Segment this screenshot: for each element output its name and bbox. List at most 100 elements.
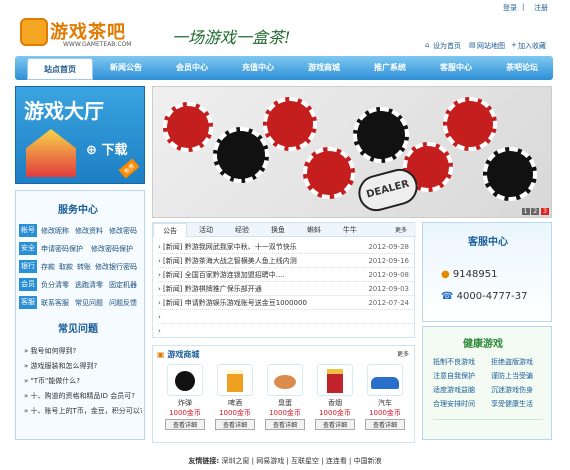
view-detail-button[interactable]: 查看详细 (365, 419, 405, 430)
health-line: 抵制不良游戏 (433, 358, 475, 366)
main-nav: 站点首页 新闻公告 会员中心 充值中心 游戏商城 推广系统 客服中心 茶吧论坛 (15, 56, 553, 80)
health-line: 适度游戏益脑 (433, 386, 475, 394)
footer-links: 友情链接: 深圳之窗 | 网易游戏 | 互联星空 | 连连看 | 中国新浪 (188, 457, 382, 465)
faq-item[interactable]: » 十、购道的资格和精品ID 会员可? (24, 391, 142, 401)
tent-icon (26, 129, 76, 177)
shop-panel: ▣ 游戏商城 更多 炸弹 1000金币 查看详细 啤酒 1000金币 查看详细 … (152, 345, 415, 443)
link-edit-nickname[interactable]: 修改昵称 (41, 226, 69, 236)
tab-activity[interactable]: 活动 (189, 223, 223, 237)
shop-item-beer[interactable]: 啤酒 1000金币 查看详细 (215, 364, 255, 442)
nav-shop[interactable]: 游戏商城 (291, 56, 357, 80)
nav-home[interactable]: 站点首页 (27, 58, 93, 80)
poker-chip-icon (303, 147, 355, 199)
car-icon (367, 364, 403, 396)
cigarette-icon (317, 364, 353, 396)
poker-chip-icon (163, 102, 213, 152)
pager-3[interactable]: 3 (541, 208, 549, 215)
footer-link[interactable]: 中国新浪 (354, 457, 382, 465)
map-icon: ▤ (469, 41, 476, 49)
register-link[interactable]: 注册 (534, 3, 548, 13)
nav-service[interactable]: 客服中心 (423, 56, 489, 80)
qq-row[interactable]: ● 9148951 (441, 269, 497, 280)
shop-title: ▣ 游戏商城 (157, 350, 200, 359)
news-item[interactable]: › [新闻] 黔游我网武我家中秋、十一双节快乐 2012-09-28 (158, 241, 413, 254)
shop-more-link[interactable]: 更多 (397, 349, 409, 358)
banner-image[interactable]: DEALER 1 2 3 (152, 86, 552, 218)
tag-security: 安全 (19, 242, 37, 255)
game-lobby-download[interactable]: 游戏大厅 ⊕ 下载 免费 (15, 86, 145, 184)
poker-chip-icon (353, 107, 409, 163)
favorite-link[interactable]: 加入收藏 (518, 41, 546, 51)
link-deposit[interactable]: 存款 (41, 262, 55, 272)
banner-pager[interactable]: 1 2 3 (521, 208, 549, 215)
tab-announcement[interactable]: 公告 (153, 223, 187, 237)
pager-1[interactable]: 1 (521, 208, 530, 215)
health-line: 拒绝盗版游戏 (491, 358, 533, 366)
footer-link[interactable]: 互联星空 (291, 457, 319, 465)
pager-2[interactable]: 2 (531, 208, 540, 215)
link-edit-profile[interactable]: 修改资料 (75, 226, 103, 236)
tab-experience[interactable]: 经验 (225, 223, 259, 237)
view-detail-button[interactable]: 查看详细 (315, 419, 355, 430)
view-detail-button[interactable]: 查看详细 (265, 419, 305, 430)
link-bank-password[interactable]: 修改银行密码 (95, 262, 137, 272)
tab-fish[interactable]: 换鱼 (261, 223, 295, 237)
link-faq[interactable]: 常见问题 (75, 298, 103, 308)
footer-link[interactable]: 网易游戏 (256, 457, 284, 465)
link-contact[interactable]: 联系客服 (41, 298, 69, 308)
site-map-link[interactable]: 网站地图 (477, 41, 505, 51)
link-apply-protection[interactable]: 申请密码保护 (41, 244, 83, 254)
footer-link[interactable]: 连连看 (326, 457, 347, 465)
logo-url: WWW.GAMETEAB.COM (63, 41, 132, 48)
login-link[interactable]: 登录 (503, 3, 517, 13)
link-transfer[interactable]: 转账 (77, 262, 91, 272)
link-feedback[interactable]: 问题反馈 (109, 298, 137, 308)
faq-item[interactable]: » 我号如何得到? (24, 346, 76, 356)
shop-item-cigarette[interactable]: 香烟 1000金币 查看详细 (315, 364, 355, 442)
news-item[interactable]: › [新闻] 黔游茶海大战之智横美人鱼上线内测 2012-09-16 (158, 255, 413, 268)
customer-service-title: 客服中心 (468, 237, 508, 248)
download-button[interactable]: ⊕ 下载 (86, 139, 127, 158)
tab-tadpole[interactable]: 蝌蚪 (297, 223, 331, 237)
poker-chip-icon (443, 97, 497, 151)
link-fixed-machine[interactable]: 固定机器 (109, 280, 137, 290)
poker-chip-icon (213, 127, 269, 183)
set-home-link[interactable]: 设为首页 (433, 41, 461, 51)
nav-forum[interactable]: 茶吧论坛 (489, 56, 555, 80)
free-badge: 免费 (118, 158, 140, 179)
view-detail-button[interactable]: 查看详细 (215, 419, 255, 430)
egg-icon (267, 364, 303, 396)
health-title: 健康游戏 (463, 339, 503, 350)
news-item-empty: › (158, 311, 413, 324)
news-more-link[interactable]: 更多 (395, 225, 407, 234)
nav-promotion[interactable]: 推广系统 (357, 56, 423, 80)
link-reset-score[interactable]: 负分清零 (41, 280, 69, 290)
faq-item[interactable]: » "T币"能做什么? (24, 376, 80, 386)
faq-item[interactable]: » 游戏服装和怎么得到? (24, 361, 97, 371)
nav-news[interactable]: 新闻公告 (93, 56, 159, 80)
view-detail-button[interactable]: 查看详细 (165, 419, 205, 430)
news-item[interactable]: › [新闻] 申请黔游娱乐游戏账号送金豆1000000 2012-07-24 (158, 297, 413, 310)
shop-item-bomb[interactable]: 炸弹 1000金币 查看详细 (165, 364, 205, 442)
news-item[interactable]: › [新闻] 黔游棋牌推广保乐部开通 2012-09-03 (158, 283, 413, 296)
service-row-bank: 银行 存款 取款 转账 修改银行密码 (19, 260, 143, 274)
link-edit-password[interactable]: 修改密码 (109, 226, 137, 236)
news-item[interactable]: › [新闻] 全国百家黔游连锁加盟招聘中.... 2012-09-08 (158, 269, 413, 282)
footer-link[interactable]: 深圳之窗 (221, 457, 249, 465)
link-edit-protection[interactable]: 修改密码保护 (91, 244, 133, 254)
bomb-icon (167, 364, 203, 396)
service-row-member: 会员 负分清零 逃跑清零 固定机器 (19, 278, 143, 292)
service-title: 服务中心 (58, 205, 98, 216)
nav-member[interactable]: 会员中心 (159, 56, 225, 80)
health-line: 沉迷游戏伤身 (491, 386, 533, 394)
shop-item-egg[interactable]: 臭蛋 1000金币 查看详细 (265, 364, 305, 442)
dealer-button: DEALER (354, 164, 422, 216)
faq-item[interactable]: » 十、账号上的T币，金豆，积分可以? (24, 406, 142, 416)
service-row-support: 客服 联系客服 常见问题 问题反馈 (19, 296, 143, 310)
nav-recharge[interactable]: 充值中心 (225, 56, 291, 80)
tag-account: 帐号 (19, 224, 37, 237)
link-reset-escape[interactable]: 逃跑清零 (75, 280, 103, 290)
shop-item-car[interactable]: 汽车 1000金币 查看详细 (365, 364, 405, 442)
link-withdraw[interactable]: 取款 (59, 262, 73, 272)
tab-niuniu[interactable]: 牛牛 (333, 223, 367, 237)
